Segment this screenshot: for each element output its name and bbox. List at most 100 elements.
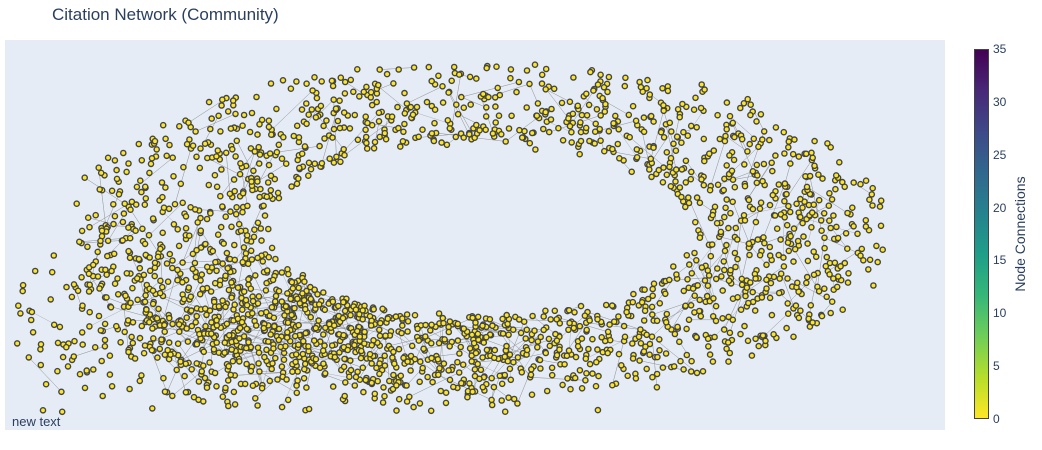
network-node — [662, 318, 670, 326]
network-node — [480, 339, 488, 346]
network-node — [488, 374, 496, 382]
network-node — [284, 319, 292, 327]
network-node — [687, 122, 695, 130]
colorbar-title: Node Connections — [1012, 176, 1028, 292]
network-node — [58, 388, 65, 396]
network-node — [244, 260, 252, 268]
network-node — [125, 160, 132, 167]
network-node — [604, 349, 612, 357]
network-node — [612, 112, 619, 120]
network-node — [141, 240, 149, 248]
network-node — [472, 75, 480, 82]
network-node — [479, 90, 487, 98]
network-node — [623, 308, 630, 316]
network-node — [731, 133, 738, 141]
network-node — [134, 296, 141, 304]
network-node — [194, 219, 201, 226]
network-node — [442, 389, 450, 397]
network-node — [624, 372, 632, 380]
network-node — [637, 326, 644, 333]
network-node — [395, 66, 403, 73]
network-node — [275, 141, 283, 149]
network-node — [31, 267, 39, 275]
network-node — [571, 308, 578, 316]
network-node — [165, 205, 173, 213]
network-node — [687, 368, 695, 375]
plot-area[interactable] — [5, 40, 945, 430]
network-node — [648, 333, 656, 341]
network-node — [690, 106, 698, 113]
network-node — [454, 358, 461, 366]
network-node — [272, 255, 279, 263]
network-node — [281, 312, 288, 319]
network-node — [577, 119, 584, 126]
network-node — [744, 148, 751, 155]
network-node — [141, 183, 149, 191]
network-node — [199, 362, 207, 370]
network-node — [318, 78, 326, 85]
network-graph[interactable] — [5, 40, 945, 430]
network-node — [723, 241, 730, 249]
network-node — [321, 324, 329, 332]
network-node — [247, 367, 255, 375]
network-node — [282, 303, 290, 310]
network-node — [91, 343, 99, 351]
network-node — [162, 184, 169, 191]
network-node — [239, 189, 247, 197]
network-node — [526, 80, 533, 88]
network-node — [146, 254, 153, 261]
network-node — [826, 217, 833, 224]
network-node — [797, 195, 804, 203]
network-node — [699, 367, 707, 375]
network-node — [850, 222, 857, 230]
network-node — [381, 352, 389, 360]
network-node — [474, 313, 482, 321]
network-node — [479, 383, 487, 391]
network-node — [683, 351, 691, 359]
network-node — [211, 279, 219, 287]
network-node — [718, 273, 725, 280]
network-node — [495, 112, 503, 119]
network-node — [569, 110, 577, 118]
network-node — [789, 150, 797, 158]
network-node — [415, 133, 423, 141]
annotation-text: new text — [12, 414, 61, 429]
network-node — [231, 401, 239, 408]
network-node — [289, 368, 296, 376]
network-node — [390, 360, 398, 368]
network-node — [696, 296, 704, 304]
network-node — [780, 128, 788, 136]
network-node — [740, 211, 748, 219]
network-node — [254, 219, 262, 227]
network-node — [515, 316, 523, 323]
network-node — [649, 285, 657, 293]
network-node — [468, 331, 476, 339]
network-node — [267, 186, 275, 194]
network-node — [329, 298, 337, 306]
network-node — [745, 240, 753, 247]
network-node — [268, 244, 276, 252]
network-node — [197, 145, 204, 152]
network-node — [81, 174, 88, 181]
network-node — [532, 146, 539, 153]
network-node — [160, 374, 167, 382]
network-node — [704, 282, 712, 289]
network-node — [641, 286, 648, 293]
network-node — [97, 237, 104, 245]
network-node — [143, 306, 150, 313]
network-node — [827, 224, 835, 232]
network-node — [680, 287, 688, 295]
network-node — [423, 98, 431, 106]
network-node — [173, 366, 180, 374]
network-node — [353, 327, 361, 335]
network-node — [245, 275, 252, 283]
network-node — [104, 154, 112, 162]
network-node — [803, 279, 810, 287]
network-node — [376, 319, 384, 327]
network-node — [428, 321, 435, 329]
network-node — [101, 320, 109, 328]
network-node — [439, 99, 447, 106]
network-node — [710, 295, 717, 302]
network-node — [501, 353, 509, 361]
network-node — [305, 159, 313, 167]
